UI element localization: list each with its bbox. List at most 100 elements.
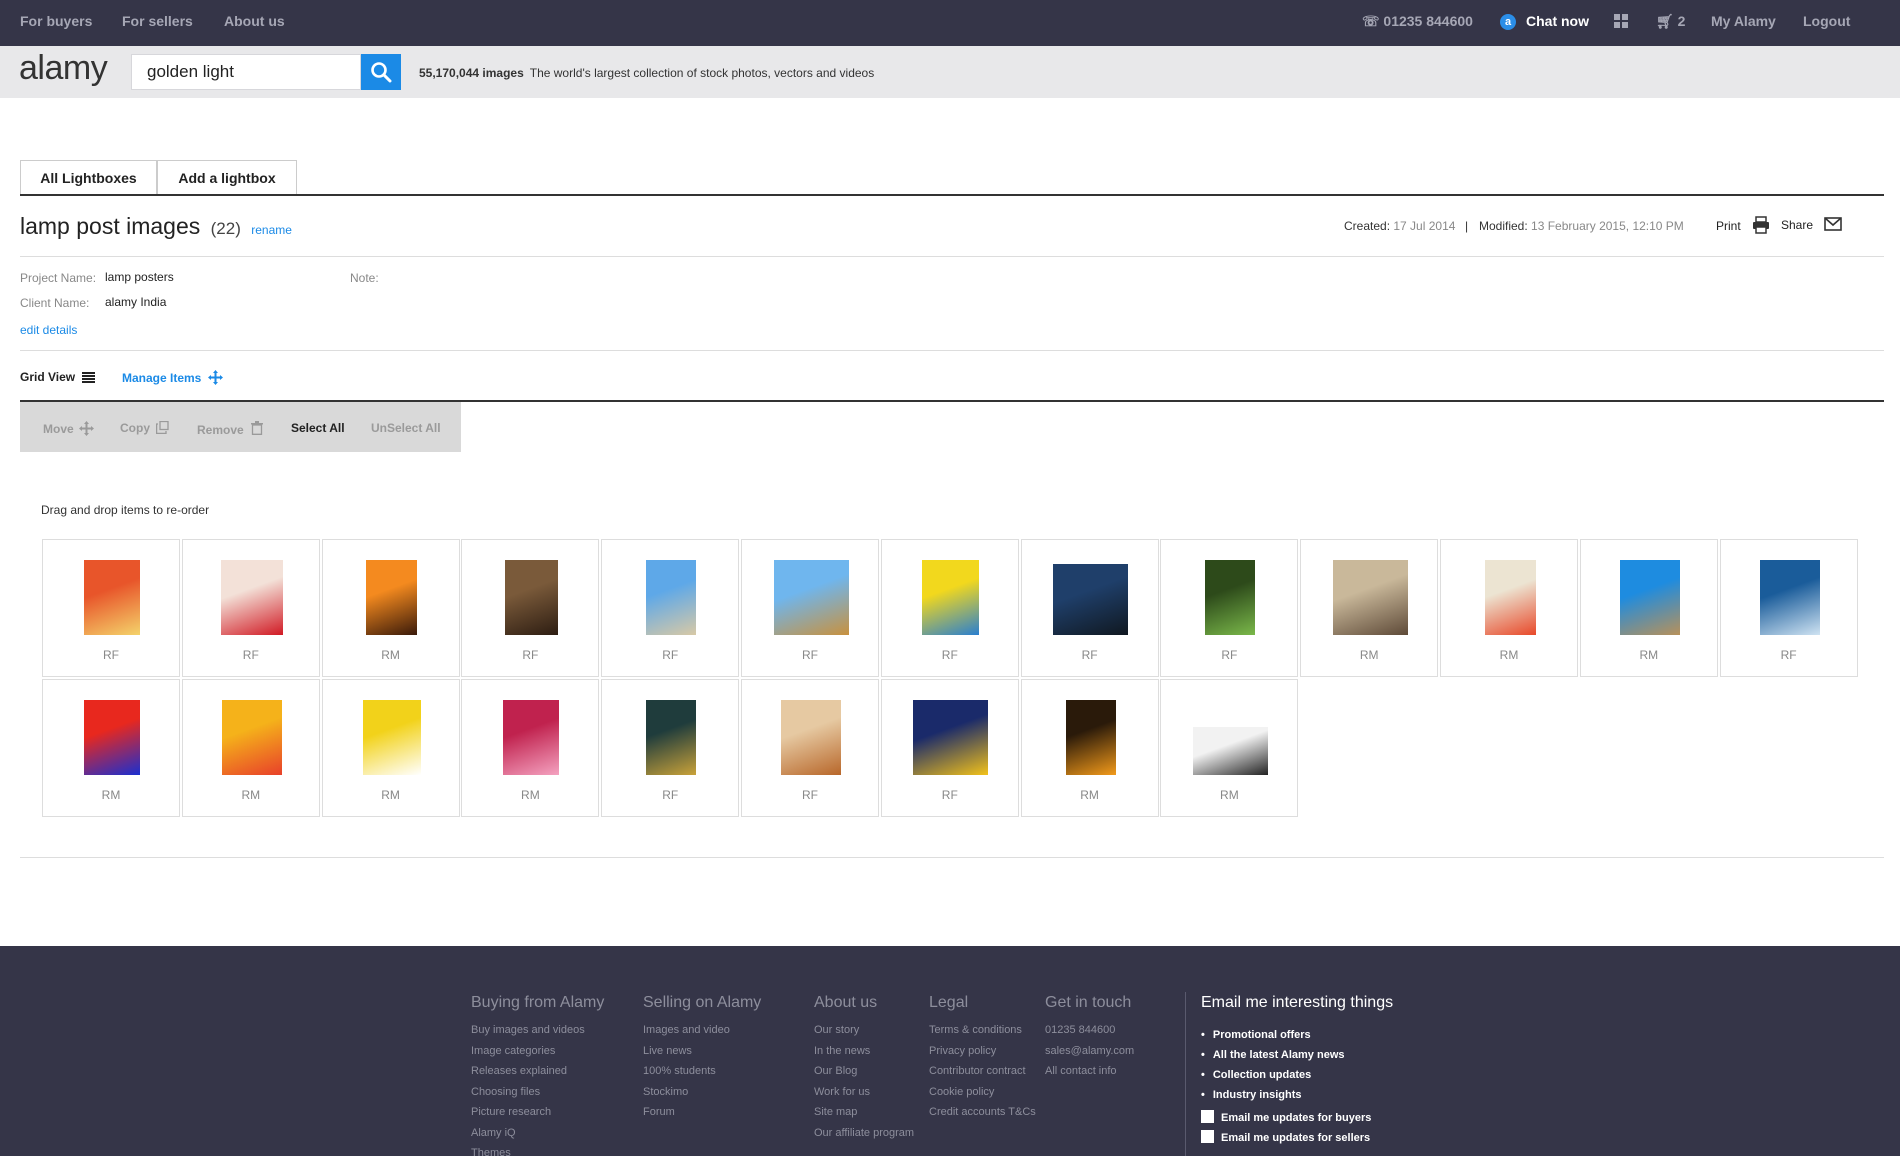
checkbox[interactable]: [1201, 1110, 1214, 1123]
lightbox-item[interactable]: RF: [42, 539, 180, 677]
item-thumbnail[interactable]: [913, 700, 989, 775]
item-thumbnail[interactable]: [1619, 560, 1680, 635]
sellers-updates-checkbox[interactable]: Email me updates for sellers: [1201, 1130, 1370, 1144]
footer-link[interactable]: Live news: [643, 1041, 761, 1062]
edit-details-link[interactable]: edit details: [20, 323, 77, 337]
checkbox[interactable]: [1201, 1130, 1214, 1143]
chat-now-link[interactable]: a Chat now: [1500, 0, 1589, 46]
item-thumbnail[interactable]: [1332, 560, 1408, 635]
footer-link[interactable]: Images and video: [643, 1020, 761, 1041]
footer-link[interactable]: 100% students: [643, 1061, 761, 1082]
nav-my-alamy[interactable]: My Alamy: [1711, 0, 1776, 46]
footer-link[interactable]: Cookie policy: [929, 1082, 1036, 1103]
search-button[interactable]: [361, 54, 401, 90]
footer-link[interactable]: Terms & conditions: [929, 1020, 1036, 1041]
lightbox-item[interactable]: RF: [461, 539, 600, 677]
footer-link[interactable]: Buy images and videos: [471, 1020, 604, 1041]
footer-link[interactable]: Alamy iQ: [471, 1123, 604, 1144]
lightbox-item[interactable]: RF: [181, 539, 320, 677]
phone-link[interactable]: ☏ 01235 844600: [1362, 0, 1473, 46]
lightbox-item[interactable]: RM: [1160, 679, 1299, 817]
share-button[interactable]: Share: [1781, 216, 1843, 234]
item-thumbnail[interactable]: [220, 560, 283, 635]
item-thumbnail[interactable]: [1053, 564, 1129, 635]
remove-button[interactable]: Remove: [197, 421, 264, 437]
lightbox-item[interactable]: RF: [601, 679, 740, 817]
footer-link[interactable]: Choosing files: [471, 1082, 604, 1103]
item-thumbnail[interactable]: [84, 560, 140, 635]
tab-all-lightboxes[interactable]: All Lightboxes: [20, 160, 157, 195]
footer-link[interactable]: sales@alamy.com: [1045, 1041, 1134, 1062]
item-thumbnail[interactable]: [646, 560, 697, 635]
lightbox-item[interactable]: RF: [1719, 539, 1858, 677]
lightbox-item[interactable]: RM: [42, 679, 180, 817]
lightbox-item[interactable]: RM: [461, 679, 600, 817]
lightbox-item[interactable]: RF: [741, 679, 879, 817]
footer-link[interactable]: Credit accounts T&Cs: [929, 1102, 1036, 1123]
lightbox-item[interactable]: RF: [880, 679, 1019, 817]
footer-link[interactable]: 01235 844600: [1045, 1020, 1134, 1041]
footer-link[interactable]: Our Blog: [814, 1061, 914, 1082]
search-input[interactable]: golden light: [131, 54, 361, 90]
lightbox-item[interactable]: RF: [741, 539, 879, 677]
copy-button[interactable]: Copy: [120, 420, 169, 435]
lightbox-item[interactable]: RM: [321, 679, 460, 817]
footer-link[interactable]: Privacy policy: [929, 1041, 1036, 1062]
item-thumbnail[interactable]: [1192, 727, 1268, 775]
item-thumbnail[interactable]: [1205, 560, 1256, 635]
lightbox-item[interactable]: RM: [1579, 539, 1718, 677]
item-thumbnail[interactable]: [503, 700, 560, 775]
item-thumbnail[interactable]: [362, 700, 421, 775]
grid-view-toggle[interactable]: Grid View: [20, 370, 96, 384]
nav-about-us[interactable]: About us: [224, 0, 285, 46]
unselect-all-button[interactable]: UnSelect All: [371, 421, 441, 435]
rename-link[interactable]: rename: [251, 223, 292, 237]
item-thumbnail[interactable]: [504, 560, 558, 635]
select-all-button[interactable]: Select All: [291, 421, 345, 435]
lightbox-item[interactable]: RM: [181, 679, 320, 817]
tab-add-lightbox[interactable]: Add a lightbox: [157, 160, 297, 195]
footer-link[interactable]: Contributor contract: [929, 1061, 1036, 1082]
nav-logout[interactable]: Logout: [1803, 0, 1850, 46]
item-thumbnail[interactable]: [84, 700, 140, 775]
item-thumbnail[interactable]: [781, 700, 841, 775]
nav-for-sellers[interactable]: For sellers: [122, 0, 193, 46]
item-thumbnail[interactable]: [1065, 700, 1116, 775]
manage-items-toggle[interactable]: Manage Items: [122, 370, 223, 385]
alamy-logo[interactable]: alamy: [19, 49, 108, 88]
top-nav: For buyers For sellers About us ☏ 01235 …: [0, 0, 1900, 46]
lightbox-grid-icon[interactable]: [1614, 14, 1628, 28]
item-thumbnail[interactable]: [1759, 560, 1820, 635]
cart-link[interactable]: 🛒︎ 2: [1656, 0, 1685, 46]
item-thumbnail[interactable]: [646, 700, 697, 775]
lightbox-item[interactable]: RM: [1300, 539, 1439, 677]
footer-link[interactable]: Themes: [471, 1143, 604, 1156]
footer-link[interactable]: Our affiliate program: [814, 1123, 914, 1144]
footer-link[interactable]: Stockimo: [643, 1082, 761, 1103]
lightbox-item[interactable]: RM: [1020, 679, 1159, 817]
item-thumbnail[interactable]: [773, 560, 849, 635]
lightbox-item[interactable]: RF: [1160, 539, 1299, 677]
buyers-updates-checkbox[interactable]: Email me updates for buyers: [1201, 1110, 1371, 1124]
footer-link[interactable]: Site map: [814, 1102, 914, 1123]
footer-link[interactable]: Releases explained: [471, 1061, 604, 1082]
nav-for-buyers[interactable]: For buyers: [20, 0, 92, 46]
lightbox-item[interactable]: RF: [601, 539, 740, 677]
footer-link[interactable]: Work for us: [814, 1082, 914, 1103]
footer-link[interactable]: Our story: [814, 1020, 914, 1041]
item-thumbnail[interactable]: [1484, 560, 1536, 635]
lightbox-item[interactable]: RF: [1020, 539, 1159, 677]
lightbox-item[interactable]: RM: [321, 539, 460, 677]
item-thumbnail[interactable]: [366, 560, 418, 635]
lightbox-item[interactable]: RM: [1440, 539, 1578, 677]
footer-link[interactable]: Picture research: [471, 1102, 604, 1123]
footer-link[interactable]: Forum: [643, 1102, 761, 1123]
footer-link[interactable]: All contact info: [1045, 1061, 1134, 1082]
item-thumbnail[interactable]: [221, 700, 282, 775]
move-button[interactable]: Move: [43, 421, 95, 436]
lightbox-item[interactable]: RF: [880, 539, 1019, 677]
footer-link[interactable]: In the news: [814, 1041, 914, 1062]
footer-link[interactable]: Image categories: [471, 1041, 604, 1062]
item-thumbnail[interactable]: [922, 560, 980, 635]
print-button[interactable]: Print: [1716, 216, 1770, 234]
